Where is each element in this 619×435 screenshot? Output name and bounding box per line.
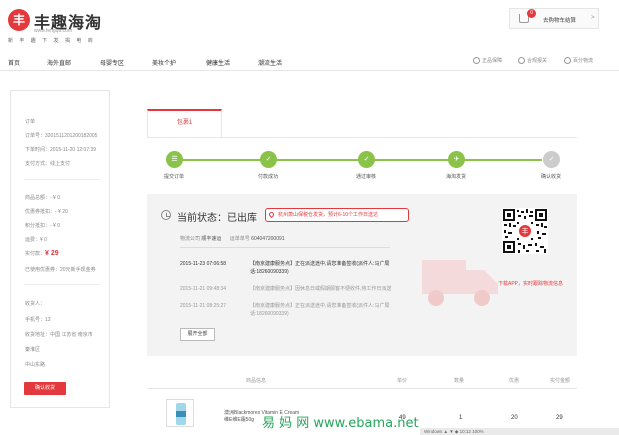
- nav-item-overseas[interactable]: 海外直邮: [47, 58, 71, 67]
- order-time: 下单时间：2015-11-20 12:07:39: [25, 147, 97, 153]
- confirm-receipt-button[interactable]: 确认收货: [24, 382, 66, 395]
- product-paid: 29: [556, 415, 563, 421]
- nav-item-health[interactable]: 健康生活: [206, 58, 230, 67]
- product-discount: 20: [511, 415, 518, 421]
- cart-icon: 0: [519, 9, 536, 23]
- col-header-qty: 数量: [454, 378, 465, 384]
- truck-icon: [564, 57, 571, 65]
- taskbar: Windows ▲ ▼ ◆ 10:12 100%: [420, 428, 619, 435]
- cart-count-badge: 0: [527, 9, 536, 18]
- tab-package-1[interactable]: 包裹1: [147, 109, 222, 137]
- tracking-event: 2015-11-23 07:06:58 【南京建康服务点】正在派送途中,请您准备签…: [180, 261, 390, 275]
- receiver-address: 收货地址：中国 江苏省 南京市: [25, 332, 93, 338]
- nav-item-beauty[interactable]: 美妆个护: [152, 58, 176, 67]
- nav-item-fashion[interactable]: 潮流生活: [258, 58, 282, 67]
- freight: 运费：¥ 0: [25, 237, 47, 243]
- carrier-info: 物流公司 顺丰速运 运单单号 604047200091: [180, 236, 285, 242]
- step-label-ship: 海淘发货: [445, 174, 466, 180]
- step-label-paid: 付款成功: [257, 174, 278, 180]
- expand-all-button[interactable]: 展开全部: [180, 328, 215, 341]
- watermark: 易 妈 网 www.ebama.net: [262, 416, 419, 431]
- receiver-district: 秦淮区: [25, 347, 41, 353]
- tab-underline: [147, 137, 577, 138]
- step-label-receive: 确认收货: [540, 174, 561, 180]
- paid-amount: 实付款：¥ 29: [25, 250, 59, 257]
- payment-icon: ✓: [260, 151, 277, 168]
- slogan: 新 丰 趣 下 发 揭 电 商: [8, 38, 96, 44]
- cart-button[interactable]: 0 去购物车结算 >: [509, 8, 599, 29]
- logo-mark[interactable]: 丰: [8, 9, 30, 31]
- order-summary-panel: 订单 订单号：3201511201200182005 下单时间：2015-11-…: [10, 90, 110, 408]
- product-image[interactable]: [166, 399, 194, 427]
- receiver: 收货人：: [25, 301, 46, 307]
- service-customs: 合规报关: [518, 57, 547, 65]
- service-logistics: 百分物流: [564, 57, 593, 65]
- shipping-tip: 杭州萧山保税仓发货，预计6-10个工作日送达: [265, 208, 409, 222]
- receiver-phone: 手机号：13: [25, 317, 51, 323]
- table-divider: [147, 388, 577, 389]
- points-discount: 积分抵扣：- ¥ 0: [25, 223, 61, 229]
- col-header-paid: 实付金额: [550, 378, 571, 384]
- divider: [180, 247, 390, 248]
- step-label-review: 通过审核: [355, 174, 376, 180]
- coupon-discount: 优惠券抵扣：- ¥ 20: [25, 209, 68, 215]
- pay-method: 支付方式：线上支付: [25, 161, 71, 167]
- location-pin-icon: [267, 210, 276, 219]
- logo-url: www.fengqu.com: [34, 28, 73, 34]
- col-header-discount: 优惠: [509, 378, 520, 384]
- col-header-product: 商品信息: [246, 378, 267, 384]
- divider: [24, 179, 100, 180]
- submit-order-icon: ☰: [166, 151, 183, 168]
- truck-icon: [422, 260, 498, 306]
- status-title: 当前状态：已出库: [177, 213, 257, 224]
- tracking-event: 2015-11-21 09:48:34 【南京建康服务点】因休息日或假期顾客不便收…: [180, 286, 392, 292]
- qr-caption: 下载APP，实时跟踪物流信息: [498, 281, 564, 287]
- step-label-submit: 提交订单: [163, 174, 184, 180]
- clock-icon: [161, 210, 171, 220]
- shield-icon: [473, 57, 480, 65]
- col-header-price: 单价: [397, 378, 408, 384]
- qr-code: 丰: [502, 208, 548, 254]
- tracking-event: 2015-11-21 08:25:27 【南京建康服务点】正在派送途中,请您准备签…: [180, 303, 390, 317]
- review-icon: ✓: [358, 151, 375, 168]
- divider: [24, 284, 100, 285]
- paid-value: ¥ 29: [45, 250, 59, 257]
- nav-item-home[interactable]: 首页: [8, 58, 20, 67]
- stamp-icon: [518, 57, 525, 65]
- svg-text:丰: 丰: [522, 227, 529, 236]
- nav-item-baby[interactable]: 母婴专区: [100, 58, 124, 67]
- ship-icon: ✈: [448, 151, 465, 168]
- service-genuine: 正品保障: [473, 57, 502, 65]
- order-heading: 订单: [25, 119, 36, 125]
- receive-icon: ✓: [543, 151, 560, 168]
- main-nav: 首页 海外直邮 母婴专区 美妆个护 健康生活 潮流生活 正品保障 合规报关 百分…: [0, 51, 619, 71]
- goods-total: 商品总额：- ¥ 0: [25, 195, 61, 201]
- receiver-street: 中山东路: [25, 362, 46, 368]
- chevron-right-icon: >: [591, 15, 595, 21]
- coupon-used: 已使用优惠券：20元新手现金券: [25, 267, 96, 273]
- cart-label: 去购物车结算: [543, 18, 577, 24]
- order-number: 订单号：3201511201200182005: [25, 133, 98, 139]
- product-qty: 1: [459, 415, 463, 421]
